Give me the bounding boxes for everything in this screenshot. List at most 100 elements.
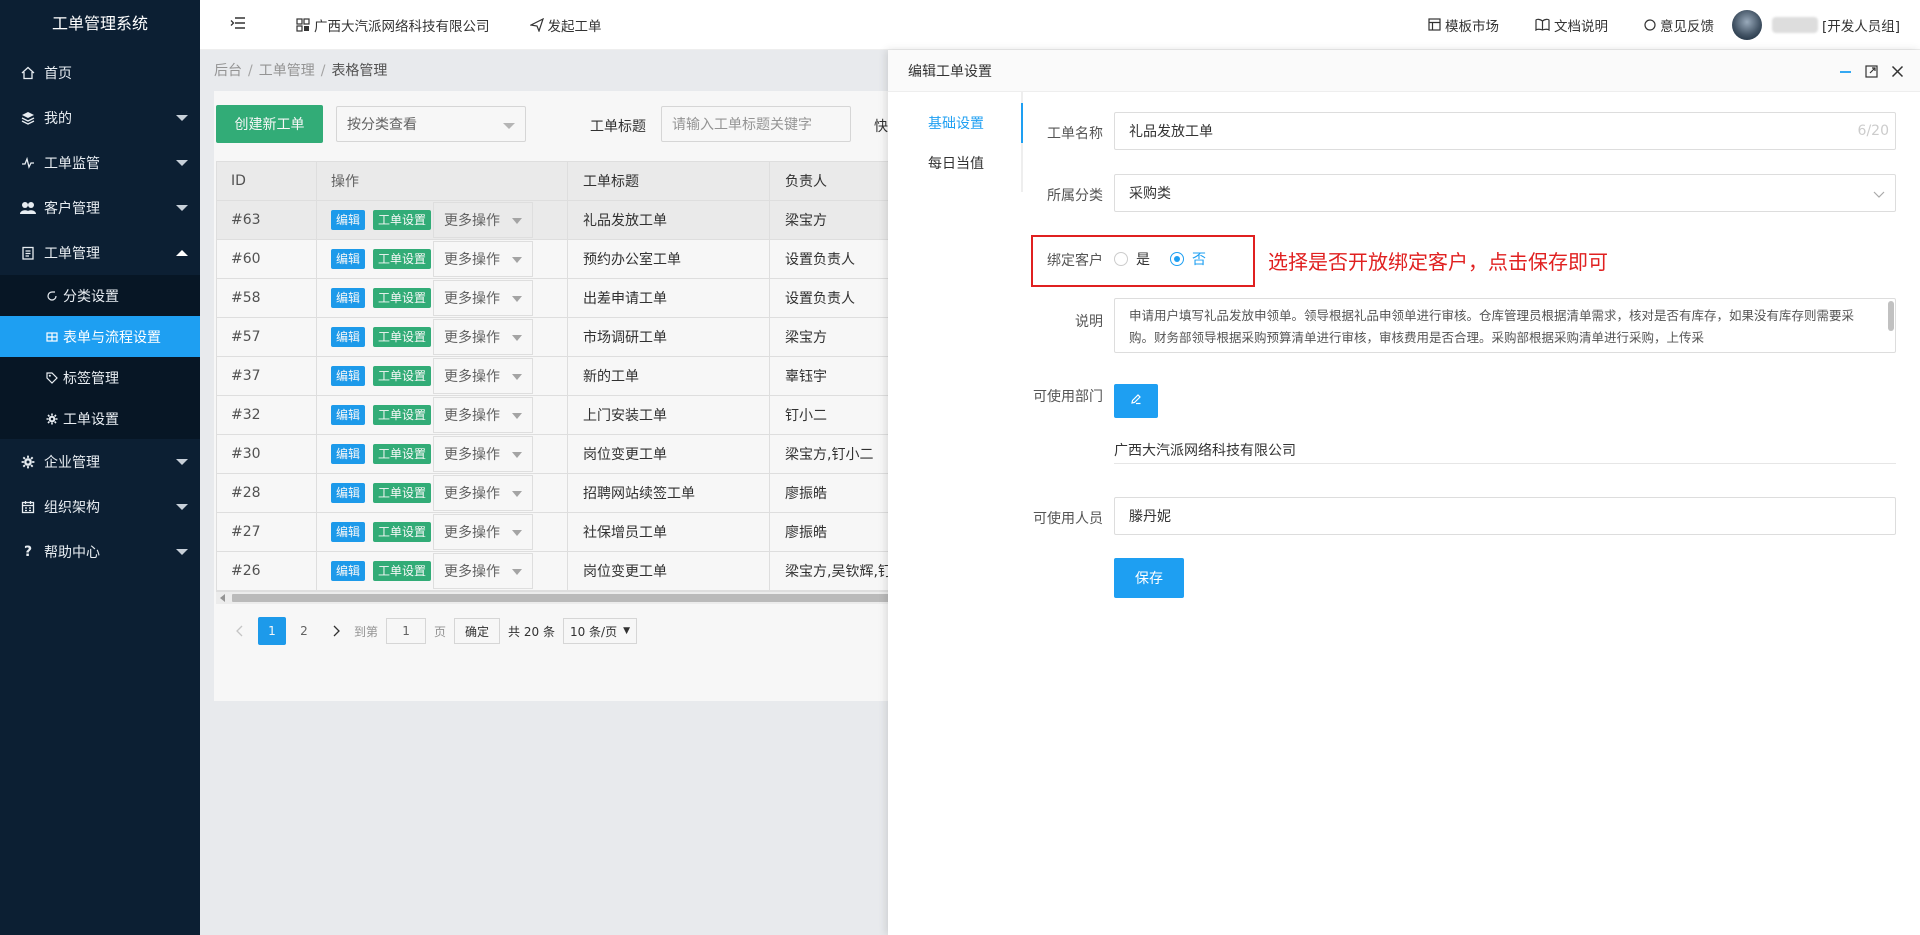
ticket-name-value: 礼品发放工单 (1129, 124, 1213, 140)
feedback-link[interactable]: 意见反馈 (1626, 0, 1732, 50)
sidebar-item-ticket-management[interactable]: 工单管理 (0, 230, 200, 275)
edit-settings-drawer: 编辑工单设置 基础设置 每日当值 工单名称 礼品发放工单 6/20 所属分类 采… (888, 50, 1920, 935)
description-label: 说明 (1075, 314, 1103, 330)
sidebar-item-enterprise[interactable]: 企业管理 (0, 439, 200, 484)
docs-link[interactable]: 文档说明 (1517, 0, 1626, 50)
gear-icon (20, 454, 36, 470)
sidebar-item-home[interactable]: 首页 (0, 50, 200, 95)
pulse-icon (20, 155, 36, 171)
radio-checked-icon (1170, 252, 1184, 266)
chevron-down-icon (176, 114, 188, 121)
submenu: 分类设置 表单与流程设置 标签管理 工单设置 (0, 275, 200, 439)
chevron-down-icon (1873, 187, 1885, 203)
template-market-link[interactable]: 模板市场 (1410, 0, 1517, 50)
grid-icon (296, 17, 310, 32)
company-name: 广西大汽派网络科技有限公司 (314, 18, 490, 35)
sidebar-item-label: 工单设置 (63, 411, 119, 428)
name-label: 工单名称 (1047, 126, 1103, 142)
question-icon: ? (23, 543, 33, 560)
bind-yes-radio[interactable]: 是 (1114, 249, 1150, 269)
category-value: 采购类 (1129, 186, 1171, 202)
radio-unchecked-icon (1114, 252, 1128, 266)
char-counter: 6/20 (1857, 123, 1889, 139)
bind-customer-label: 绑定客户 (1047, 253, 1103, 269)
menu-toggle-button[interactable] (200, 0, 276, 50)
edit-departments-button[interactable] (1114, 384, 1158, 418)
new-ticket-button[interactable]: 发起工单 (510, 0, 622, 50)
sidebar-item-label: 工单监管 (44, 155, 100, 172)
sidebar-item-label: 客户管理 (44, 200, 100, 217)
sidebar-item-label: 标签管理 (63, 370, 119, 387)
sidebar-item-customers[interactable]: 客户管理 (0, 185, 200, 230)
sidebar-item-label: 组织架构 (44, 499, 100, 516)
sidebar-item-label: 表单与流程设置 (63, 329, 161, 346)
store-icon (1428, 18, 1441, 31)
chevron-down-icon (176, 159, 188, 166)
category-select[interactable]: 采购类 (1114, 174, 1896, 212)
bind-customer-radios: 是 否 (1114, 249, 1226, 269)
avatar[interactable] (1731, 9, 1762, 40)
chevron-down-icon (176, 548, 188, 555)
clipboard-icon (20, 245, 36, 261)
sidebar-item-label: 首页 (44, 65, 72, 82)
people-label: 可使用人员 (1033, 511, 1103, 527)
docs-label: 文档说明 (1553, 18, 1608, 35)
annotation-text: 选择是否开放绑定客户，点击保存即可 (1268, 250, 1608, 274)
pencil-icon (1130, 393, 1142, 409)
minimize-icon[interactable] (1838, 64, 1852, 78)
sidebar-item-label: 工单管理 (44, 245, 100, 262)
drawer-header: 编辑工单设置 (888, 50, 1920, 92)
ticket-name-input[interactable]: 礼品发放工单 6/20 (1114, 112, 1896, 150)
layers-icon (20, 110, 36, 126)
menu-fold-icon (230, 16, 246, 34)
sidebar-item-supervision[interactable]: 工单监管 (0, 140, 200, 185)
feedback-label: 意见反馈 (1659, 18, 1714, 35)
description-textarea[interactable]: 申请用户填写礼品发放申领单。领导根据礼品申领单进行审核。仓库管理员根据清单需求，… (1114, 298, 1896, 353)
user-group[interactable]: [开发人员组] (1822, 15, 1900, 35)
sidebar-item-label: 分类设置 (63, 288, 119, 305)
sidebar-item-org[interactable]: 组织架构 (0, 484, 200, 529)
book-icon (1535, 18, 1550, 31)
sidebar-item-category-settings[interactable]: 分类设置 (0, 275, 200, 316)
gear-icon (45, 412, 59, 426)
departments-label: 可使用部门 (1033, 389, 1103, 405)
bind-no-radio[interactable]: 否 (1170, 249, 1206, 269)
circle-icon (1644, 18, 1656, 31)
sidebar-item-ticket-settings[interactable]: 工单设置 (0, 398, 200, 439)
drawer-title: 编辑工单设置 (908, 63, 992, 80)
sidebar-item-form-flow-settings[interactable]: 表单与流程设置 (0, 316, 200, 357)
selected-department: 广西大汽派网络科技有限公司 (1114, 440, 1896, 464)
tag-icon (45, 371, 59, 385)
category-label: 所属分类 (1047, 188, 1103, 204)
app-title: 工单管理系统 (51, 14, 148, 33)
close-icon[interactable] (1890, 64, 1904, 78)
refresh-icon (45, 289, 59, 303)
sidebar-item-label: 帮助中心 (44, 544, 100, 561)
maximize-icon[interactable] (1864, 64, 1878, 78)
user-name-blurred (1771, 16, 1818, 33)
top-header: 广西大汽派网络科技有限公司 发起工单 模板市场 文档说明 意见反馈 [开发人员组… (200, 0, 1920, 50)
grid-icon (45, 330, 59, 344)
new-ticket-label: 发起工单 (547, 18, 602, 35)
sidebar-item-label: 企业管理 (44, 454, 100, 471)
home-icon (20, 65, 36, 81)
send-icon (529, 17, 544, 32)
tab-daily-duty[interactable]: 每日当值 (908, 143, 1021, 183)
people-value: 滕丹妮 (1129, 509, 1171, 525)
sidebar-item-label: 我的 (44, 110, 72, 127)
company-switch-button[interactable]: 广西大汽派网络科技有限公司 (276, 0, 510, 50)
radio-label: 是 (1136, 252, 1150, 268)
sidebar-item-mine[interactable]: 我的 (0, 95, 200, 140)
sidebar-item-help[interactable]: ? 帮助中心 (0, 529, 200, 574)
chevron-up-icon (176, 249, 188, 256)
save-button[interactable]: 保存 (1114, 558, 1184, 598)
drawer-overlay[interactable] (200, 50, 888, 935)
tab-basic-settings[interactable]: 基础设置 (908, 103, 1023, 143)
people-input[interactable]: 滕丹妮 (1114, 497, 1896, 535)
radio-label: 否 (1192, 252, 1206, 268)
description-value: 申请用户填写礼品发放申领单。领导根据礼品申领单进行审核。仓库管理员根据清单需求，… (1129, 308, 1855, 345)
calendar-icon (20, 499, 36, 515)
chevron-down-icon (176, 458, 188, 465)
sidebar-item-tag-management[interactable]: 标签管理 (0, 357, 200, 398)
textarea-scrollbar[interactable] (1888, 301, 1894, 331)
